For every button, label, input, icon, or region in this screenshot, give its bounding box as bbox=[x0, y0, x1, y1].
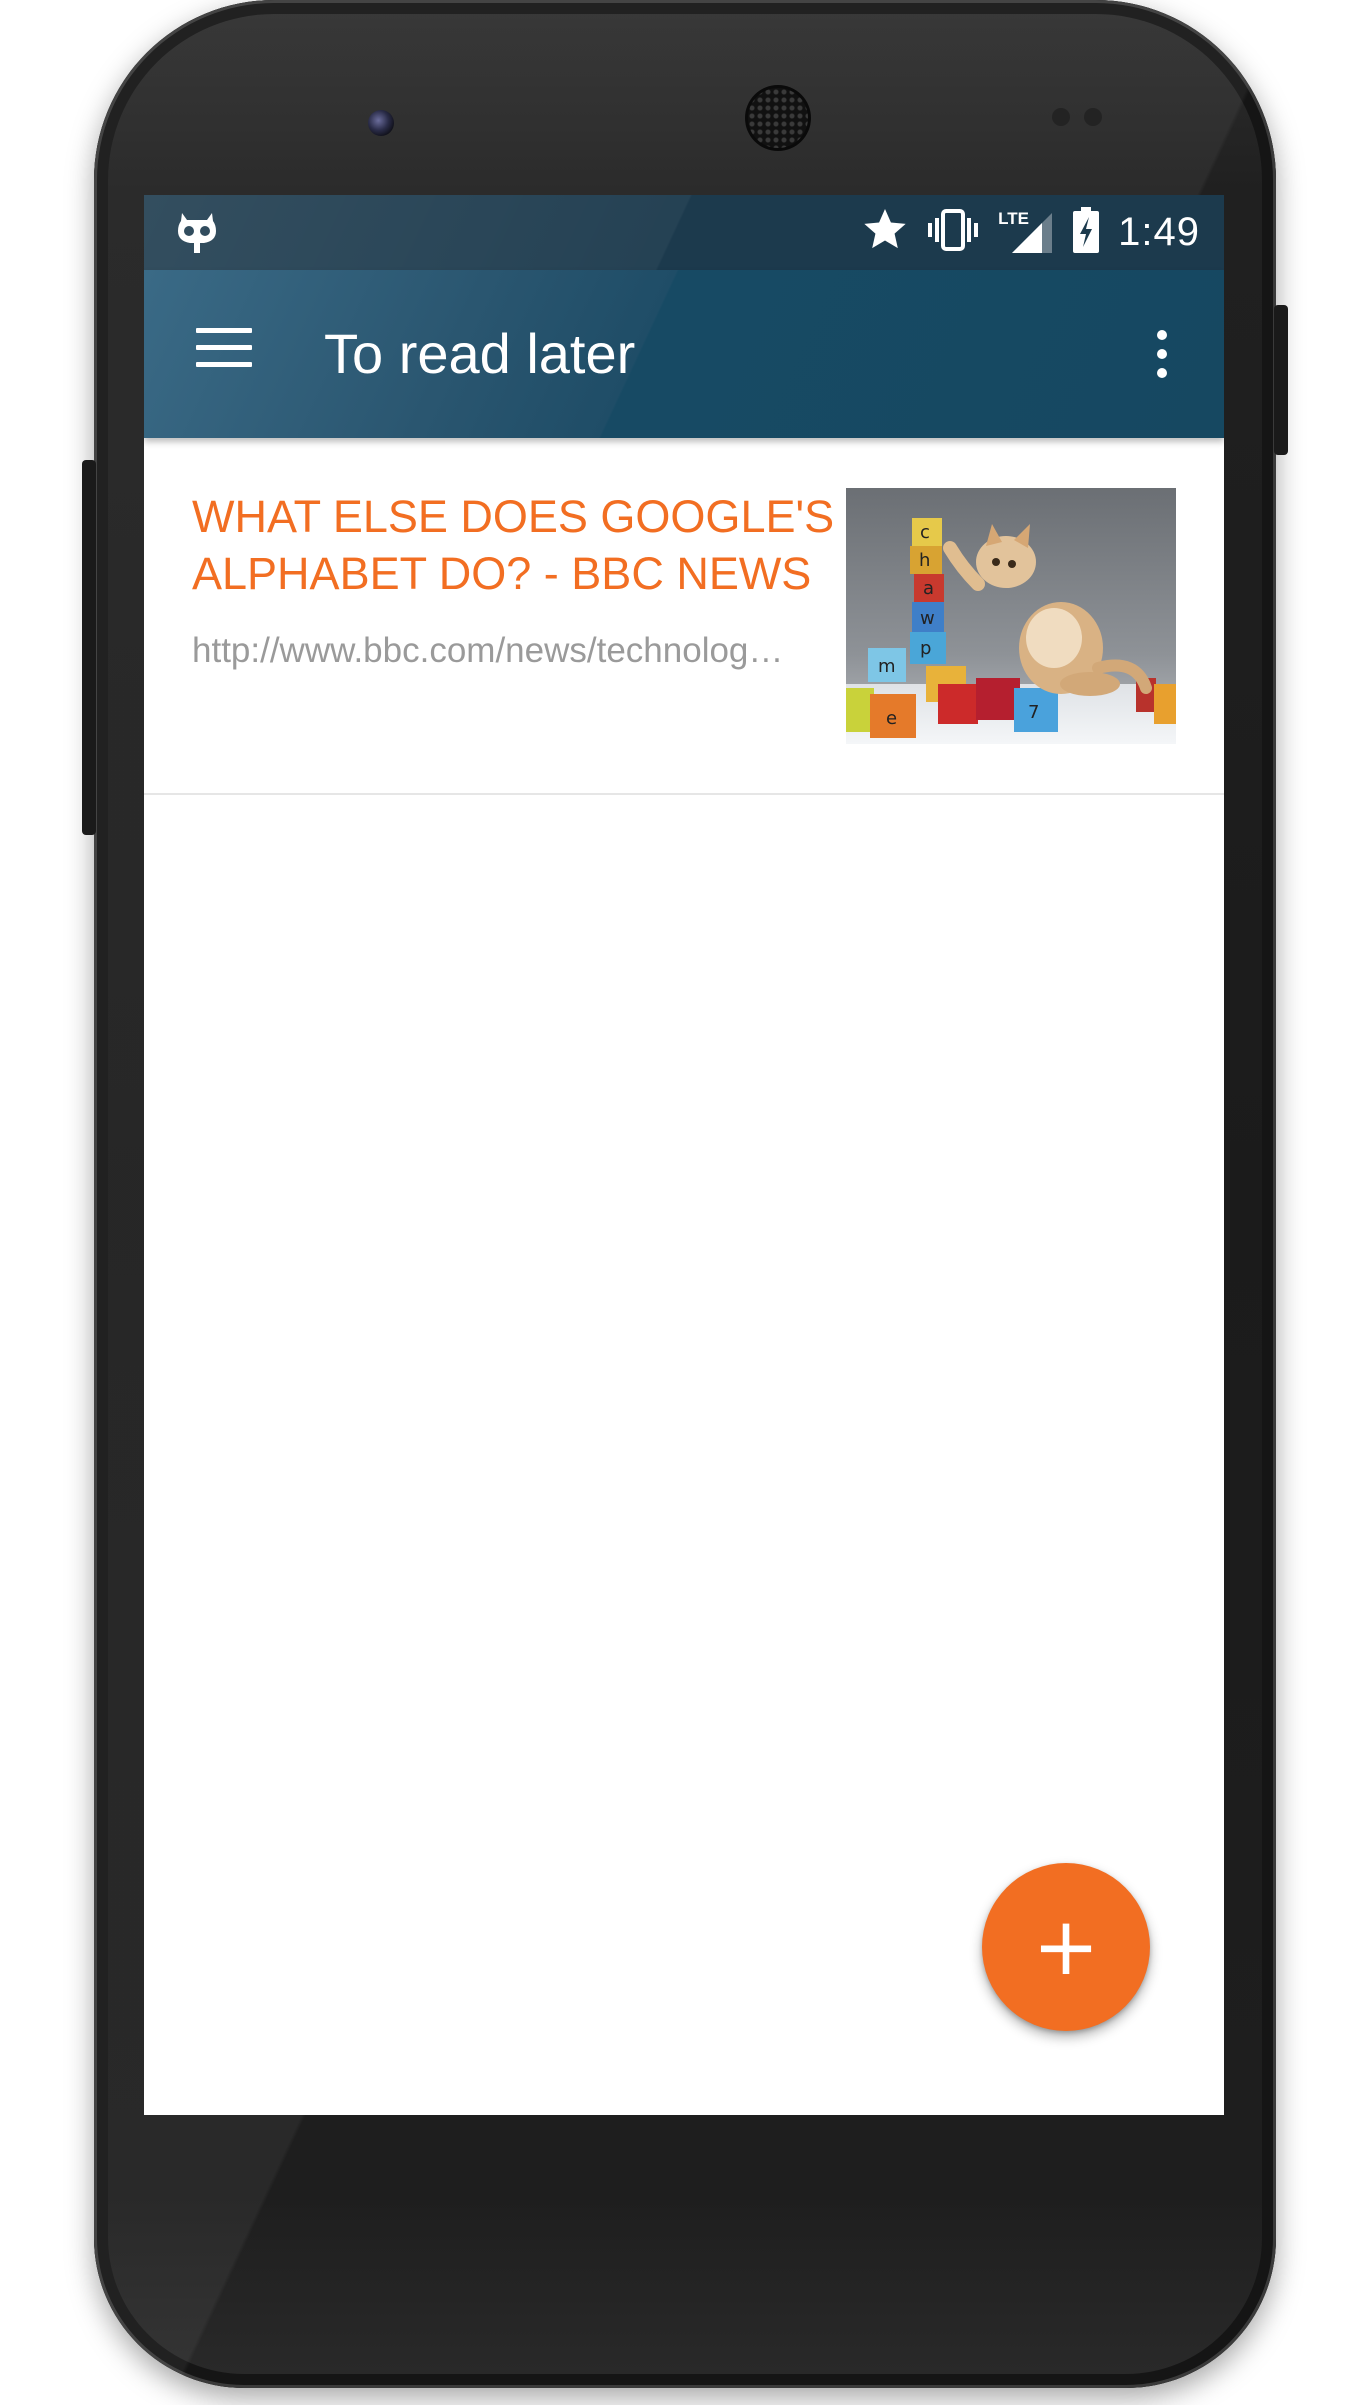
clock: 1:49 bbox=[1118, 210, 1200, 254]
hamburger-menu-icon[interactable] bbox=[196, 328, 252, 368]
vibrate-icon bbox=[926, 208, 980, 257]
svg-text:p: p bbox=[920, 638, 931, 659]
cyanogenmod-icon bbox=[176, 209, 218, 260]
svg-text:h: h bbox=[919, 550, 930, 571]
svg-text:c: c bbox=[920, 522, 930, 543]
svg-text:7: 7 bbox=[1028, 702, 1039, 723]
light-sensor bbox=[1084, 108, 1102, 126]
status-bar: LTE 1:49 bbox=[144, 195, 1224, 270]
earpiece-speaker bbox=[748, 88, 808, 148]
article-thumbnail: c h a w p m e 7 bbox=[846, 488, 1176, 744]
page-title: To read later bbox=[324, 322, 636, 385]
more-vert-icon[interactable] bbox=[1152, 324, 1172, 384]
add-icon: + bbox=[1032, 1900, 1100, 1993]
svg-text:w: w bbox=[920, 608, 935, 629]
status-icons: LTE 1:49 bbox=[862, 195, 1200, 270]
svg-text:a: a bbox=[923, 578, 934, 599]
article-list-item[interactable]: WHAT ELSE DOES GOOGLE'S ALPHABET DO? - B… bbox=[144, 438, 1224, 795]
screen: LTE 1:49 To read later WHAT ELSE DOES GO… bbox=[144, 195, 1224, 2115]
power-button bbox=[1274, 305, 1288, 455]
front-camera bbox=[368, 110, 394, 136]
svg-text:m: m bbox=[878, 656, 896, 677]
svg-text:e: e bbox=[886, 708, 897, 729]
star-icon bbox=[862, 208, 908, 257]
proximity-sensor bbox=[1052, 108, 1070, 126]
article-title: WHAT ELSE DOES GOOGLE'S ALPHABET DO? - B… bbox=[192, 491, 835, 599]
volume-button bbox=[82, 460, 96, 835]
battery-charging-icon bbox=[1072, 207, 1100, 258]
article-url: http://www.bbc.com/news/technolog… bbox=[192, 631, 784, 670]
app-bar: To read later bbox=[144, 270, 1224, 438]
add-button[interactable]: + bbox=[982, 1863, 1150, 2031]
network-type-label: LTE bbox=[998, 208, 1029, 228]
lte-signal-icon: LTE bbox=[998, 208, 1054, 255]
